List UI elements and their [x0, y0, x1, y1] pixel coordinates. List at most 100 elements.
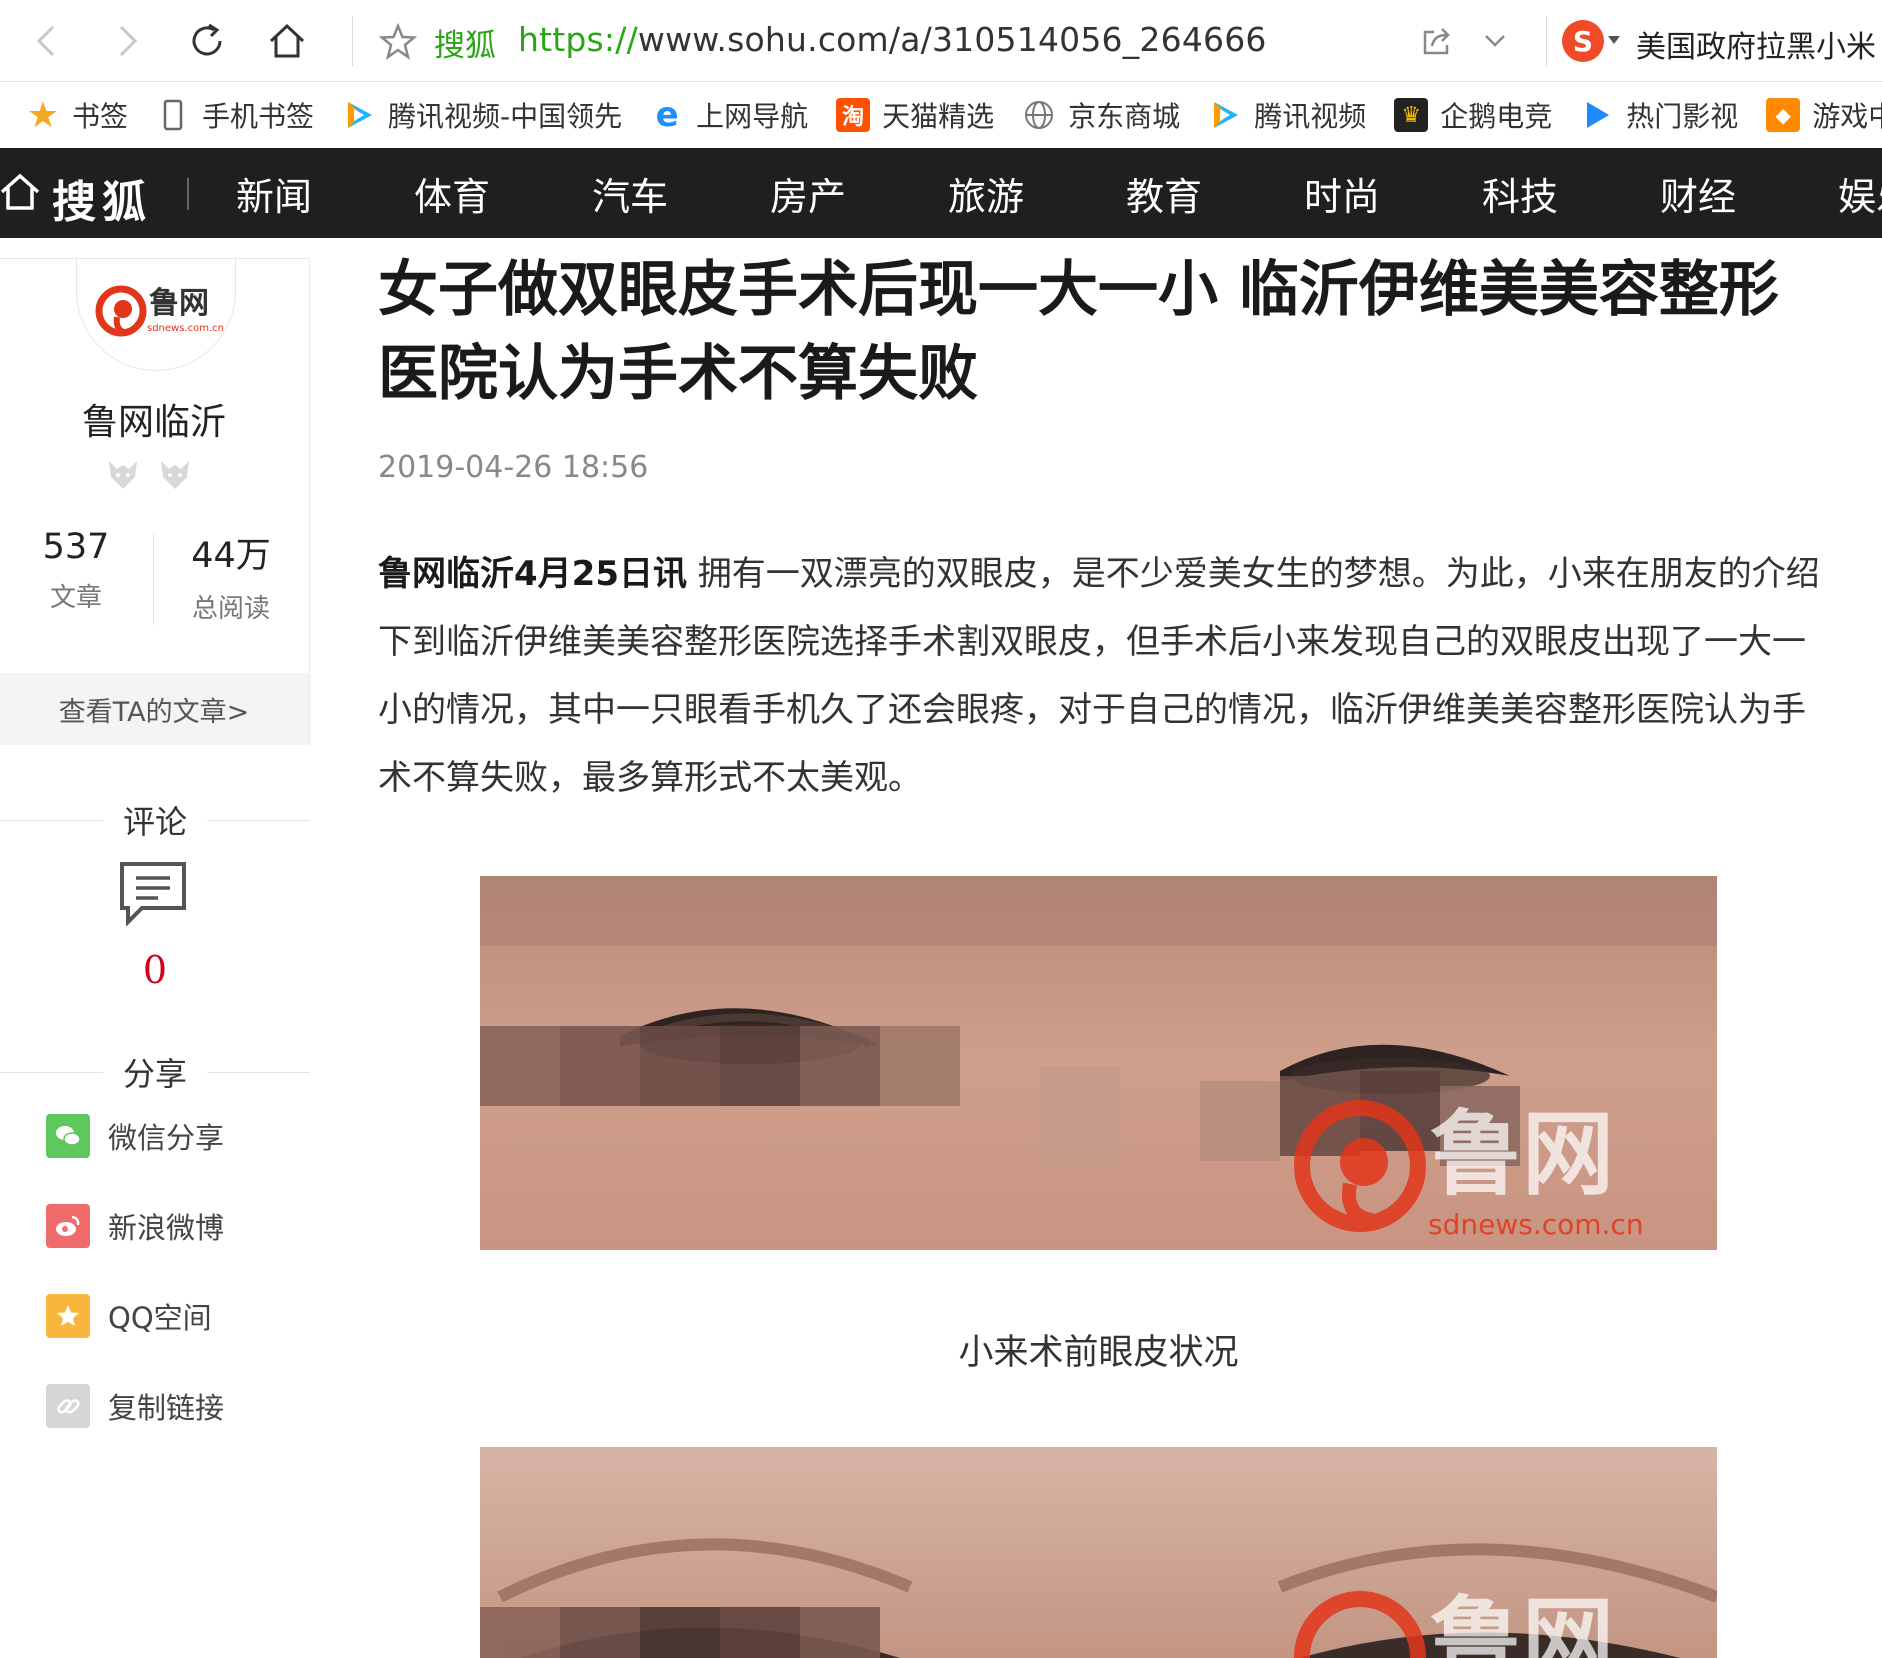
chevron-right-icon	[119, 25, 138, 57]
nav-item-tech[interactable]: 科技	[1482, 166, 1660, 221]
chevron-left-icon	[36, 25, 55, 57]
home-icon	[269, 23, 305, 58]
comment-count[interactable]: 0	[0, 948, 310, 992]
bookmark-label: 上网导航	[696, 100, 809, 133]
share-icon[interactable]	[1420, 24, 1454, 58]
bookmark-item[interactable]: ♛ 企鹅电竞	[1394, 95, 1552, 135]
bookmark-item[interactable]: 淘 天猫精选	[836, 95, 994, 135]
share-wechat-button[interactable]: 微信分享	[46, 1114, 224, 1158]
weibo-icon	[46, 1204, 90, 1248]
divider	[1546, 16, 1547, 66]
stat-articles-label: 文章	[49, 583, 102, 613]
play-icon	[1580, 98, 1614, 132]
gamepad-icon: ◆	[1766, 98, 1801, 132]
sohu-nav-bar: 搜狐 新闻 体育 汽车 房产 旅游 教育 时尚 科技 财经 娱乐	[0, 148, 1882, 238]
divider	[0, 819, 103, 821]
nav-item-entertainment[interactable]: 娱乐	[1838, 166, 1882, 221]
share-wechat-label: 微信分享	[108, 1121, 225, 1155]
copy-link-button[interactable]: 复制链接	[46, 1384, 224, 1428]
qzone-icon	[46, 1294, 90, 1338]
sohu-logo[interactable]: 搜狐	[52, 166, 152, 230]
bookmark-label: 腾讯视频-中国领先	[388, 100, 623, 133]
nav-item-sports[interactable]: 体育	[414, 166, 592, 221]
reload-button[interactable]	[180, 14, 234, 68]
search-engine-caret-icon[interactable]	[1608, 36, 1620, 44]
comments-heading-label: 评论	[123, 803, 188, 841]
nav-item-travel[interactable]: 旅游	[948, 166, 1126, 221]
bookmarks-bar: ★ 书签 手机书签 腾讯视频-中国领先 e 上网导航 淘 天猫精选 京东商城 腾…	[0, 82, 1882, 148]
sogou-search-icon[interactable]: S	[1562, 20, 1604, 62]
article-lead-paragraph: 鲁网临沂4月25日讯 拥有一双漂亮的双眼皮，是不少爱美女生的梦想。为此，小来在朋…	[378, 540, 1838, 812]
article-source: 鲁网临沂4月25日讯	[378, 554, 687, 594]
nav-item-news[interactable]: 新闻	[236, 166, 414, 221]
bookmark-label: 企鹅电竞	[1440, 100, 1553, 133]
star-icon[interactable]	[378, 22, 418, 62]
bookmark-label: 游戏中	[1812, 100, 1882, 133]
bookmark-item[interactable]: 手机书签	[156, 95, 314, 135]
divider	[207, 1071, 311, 1073]
svg-text:鲁网: 鲁网	[149, 286, 209, 321]
wechat-icon	[46, 1114, 90, 1158]
eye-photo: 鲁网	[480, 1447, 1717, 1658]
author-stats: 537 文章 44万 总阅读	[0, 527, 309, 639]
comments-heading: 评论	[0, 800, 311, 841]
hot-search-suggestion[interactable]: 美国政府拉黑小米	[1636, 22, 1876, 66]
link-icon	[46, 1384, 90, 1428]
globe-icon	[1022, 98, 1056, 132]
bookmark-item[interactable]: ◆ 游戏中	[1766, 95, 1882, 135]
avatar[interactable]: 鲁网 sdnews.com.cn	[76, 259, 236, 371]
bookmark-label: 书签	[72, 100, 129, 133]
nav-item-fashion[interactable]: 时尚	[1304, 166, 1482, 221]
taobao-icon: 淘	[836, 98, 871, 132]
phone-icon	[156, 98, 190, 132]
bookmark-label: 天猫精选	[882, 100, 995, 133]
stat-reads: 44万 总阅读	[154, 527, 308, 639]
penguin-esports-icon: ♛	[1394, 98, 1429, 132]
home-button[interactable]	[260, 14, 314, 68]
star-icon: ★	[26, 94, 60, 136]
bookmark-label: 京东商城	[1068, 100, 1181, 133]
address-bar: 搜狐 https://www.sohu.com/a/310514056_2646…	[0, 0, 1882, 82]
svg-text:sdnews.com.cn: sdnews.com.cn	[1428, 1208, 1644, 1241]
bookmark-item[interactable]: ★ 书签	[26, 94, 129, 136]
bookmark-item[interactable]: 京东商城	[1022, 95, 1180, 135]
forward-button[interactable]	[100, 14, 154, 68]
publish-time: 2019-04-26 18:56	[378, 450, 649, 485]
image-caption: 小来术前眼皮状况	[958, 1333, 1239, 1373]
share-qzone-button[interactable]: QQ空间	[46, 1294, 212, 1338]
channel-nav: 新闻 体育 汽车 房产 旅游 教育 时尚 科技 财经 娱乐	[236, 148, 1882, 238]
article-image-before-surgery[interactable]: 鲁网 sdnews.com.cn	[480, 876, 1717, 1250]
nav-item-finance[interactable]: 财经	[1660, 166, 1838, 221]
article-title: 女子做双眼皮手术后现一大一小 临沂伊维美美容整形医院认为手术不算失败	[378, 255, 1779, 409]
bookmark-item[interactable]: 热门影视	[1580, 95, 1738, 135]
site-name: 搜狐	[434, 28, 496, 64]
stat-articles: 537 文章	[0, 527, 153, 639]
bookmark-item[interactable]: 腾讯视频	[1208, 95, 1366, 135]
nav-item-auto[interactable]: 汽车	[592, 166, 770, 221]
bookmark-label: 腾讯视频	[1254, 100, 1367, 133]
ie-icon: e	[655, 95, 679, 135]
bookmark-item[interactable]: 腾讯视频-中国领先	[342, 95, 622, 135]
divider	[0, 1071, 103, 1073]
home-icon[interactable]	[0, 170, 40, 214]
comment-icon[interactable]	[118, 860, 188, 926]
nav-item-education[interactable]: 教育	[1126, 166, 1304, 221]
bookmark-item[interactable]: e 上网导航	[650, 95, 809, 135]
copy-link-label: 复制链接	[108, 1391, 225, 1425]
article-image-eyes[interactable]: 鲁网	[480, 1447, 1717, 1658]
reload-icon	[192, 23, 222, 56]
bookmark-label: 手机书签	[202, 100, 315, 133]
wolf-badge-icon	[161, 461, 189, 489]
url-protocol: https://	[518, 20, 638, 59]
nav-item-realestate[interactable]: 房产	[770, 166, 948, 221]
author-name[interactable]: 鲁网临沂	[0, 393, 309, 445]
chevron-down-icon[interactable]	[1480, 28, 1510, 54]
share-weibo-button[interactable]: 新浪微博	[46, 1204, 224, 1248]
stat-articles-count: 537	[42, 527, 110, 567]
url-field[interactable]: https://www.sohu.com/a/310514056_264666	[518, 20, 1267, 59]
share-qzone-label: QQ空间	[108, 1301, 212, 1335]
luwang-logo: 鲁网 sdnews.com.cn	[95, 285, 224, 337]
share-heading-label: 分享	[123, 1055, 188, 1093]
view-articles-link[interactable]: 查看TA的文章>	[0, 673, 309, 745]
back-button[interactable]	[20, 14, 74, 68]
